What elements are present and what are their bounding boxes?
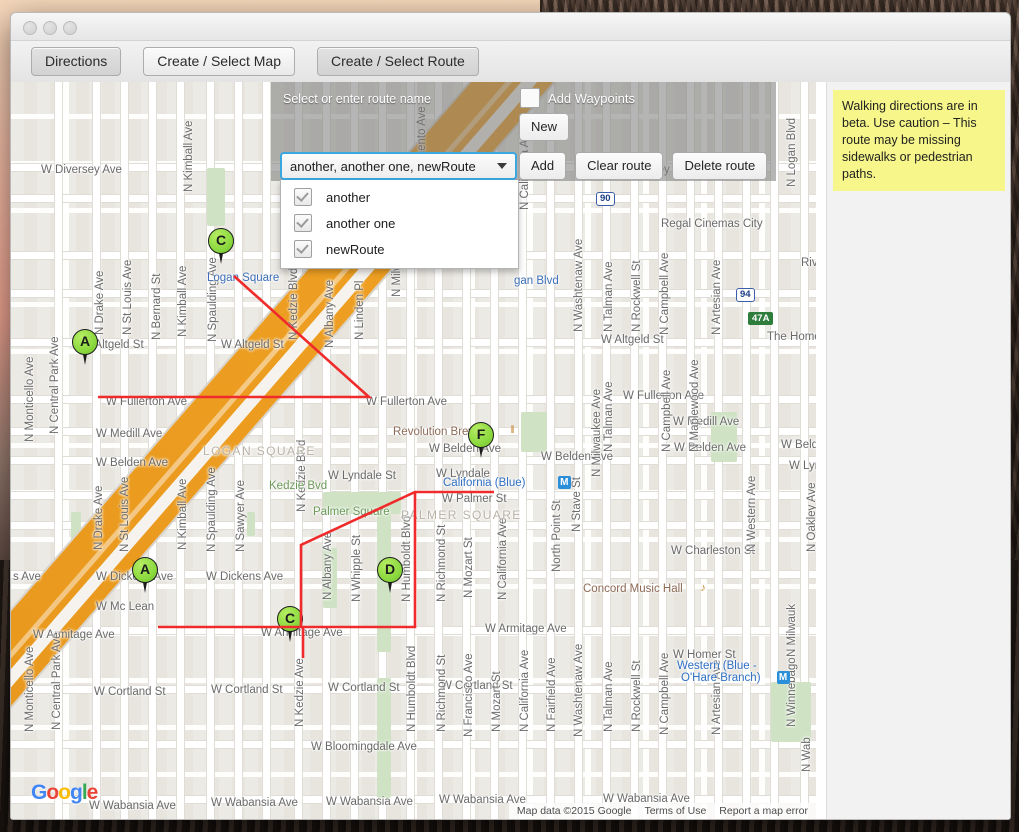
content-area: W Diversey AveW Diversey AveW Diversey A… — [11, 82, 1010, 819]
toolbar-separator-2 — [295, 61, 317, 62]
marker-label: A — [139, 561, 151, 577]
minimize-button[interactable] — [43, 21, 57, 35]
toolbar-separator-1 — [121, 61, 143, 62]
google-map[interactable]: W Diversey AveW Diversey AveW Diversey A… — [11, 82, 816, 819]
map-marker-c[interactable]: C — [277, 606, 303, 642]
route-options-dropdown[interactable]: another another one newRoute — [280, 180, 519, 269]
transit-station-icon: M — [557, 476, 571, 489]
app-window: Directions Create / Select Map Create / … — [10, 12, 1011, 820]
route-action-buttons: Add Clear route Delete route — [519, 152, 768, 180]
route-option-label: another one — [326, 215, 396, 231]
add-waypoints-checkbox[interactable] — [520, 88, 540, 108]
add-waypoints-row[interactable]: Add Waypoints — [520, 88, 635, 108]
new-route-button[interactable]: New — [519, 113, 570, 141]
route-name-value: another, another one, newRoute — [290, 158, 476, 174]
map-road-vertical — [687, 82, 694, 819]
zoom-button[interactable] — [63, 21, 77, 35]
map-road-vertical — [121, 82, 128, 819]
route-panel-title: Select or enter route name — [283, 92, 431, 106]
map-park-area — [323, 548, 337, 608]
route-option-item[interactable]: newRoute — [281, 236, 518, 262]
google-logo-letter: e — [86, 781, 99, 804]
map-road-vertical — [631, 82, 638, 819]
map-park-area — [521, 412, 547, 452]
close-button[interactable] — [23, 21, 37, 35]
create-select-route-button[interactable]: Create / Select Route — [316, 47, 479, 76]
map-park-area — [771, 682, 811, 742]
route-option-checkbox[interactable] — [294, 214, 312, 232]
add-waypoints-label: Add Waypoints — [548, 90, 635, 106]
highway-exit-marker: 47A — [748, 312, 774, 325]
report-map-error-link[interactable]: Report a map error — [719, 805, 808, 817]
route-option-checkbox[interactable] — [294, 240, 312, 258]
map-park-area — [207, 168, 225, 226]
marker-label: F — [476, 426, 486, 442]
window-titlebar — [11, 13, 1010, 41]
map-marker-c[interactable]: C — [208, 228, 234, 264]
map-road-vertical — [575, 82, 582, 819]
map-road-vertical — [659, 82, 666, 819]
map-marker-d[interactable]: D — [377, 557, 403, 593]
map-marker-f[interactable]: F — [468, 422, 494, 458]
map-road-vertical — [263, 82, 270, 819]
map-park-area — [711, 412, 737, 462]
map-marker-a[interactable]: A — [132, 557, 158, 593]
delete-route-button[interactable]: Delete route — [672, 152, 768, 180]
google-logo-letter: G — [31, 781, 47, 804]
terms-of-use-link[interactable]: Terms of Use — [644, 805, 706, 817]
music-icon: ♪ — [700, 582, 706, 594]
route-option-item[interactable]: another — [281, 184, 518, 210]
marker-label: C — [284, 610, 296, 626]
marker-label: C — [215, 232, 227, 248]
add-route-button[interactable]: Add — [519, 152, 567, 180]
map-road-vertical — [235, 82, 242, 819]
route-name-combobox[interactable]: another, another one, newRoute — [280, 152, 517, 180]
google-logo-letter: o — [46, 781, 59, 804]
transit-station-icon: M — [776, 671, 790, 684]
marker-label: D — [384, 561, 396, 577]
map-road-vertical — [743, 82, 750, 819]
google-logo: Google — [31, 781, 99, 805]
clear-route-button[interactable]: Clear route — [575, 152, 664, 180]
create-select-map-button[interactable]: Create / Select Map — [143, 47, 295, 76]
google-logo-letter: o — [58, 781, 71, 804]
main-toolbar: Directions Create / Select Map Create / … — [11, 41, 1010, 83]
map-park-area — [377, 678, 391, 798]
highway-shield-icon: 90 — [596, 192, 615, 206]
route-control-panel: Select or enter route name Add Waypoints… — [271, 82, 776, 269]
map-road-vertical — [55, 82, 62, 819]
map-data-copyright: Map data ©2015 Google — [516, 805, 632, 817]
route-option-label: another — [326, 189, 371, 205]
map-marker-a[interactable]: A — [72, 329, 98, 365]
map-road-vertical — [547, 82, 554, 819]
walking-directions-warning: Walking directions are in beta. Use caut… — [833, 90, 1005, 191]
marker-label: A — [79, 333, 91, 349]
restaurant-icon: ⫴ — [510, 425, 515, 436]
directions-sidebar: Walking directions are in beta. Use caut… — [826, 82, 1010, 819]
map-road-vertical — [93, 82, 100, 819]
route-option-label: newRoute — [326, 241, 385, 257]
google-logo-letter: g — [70, 781, 83, 804]
route-option-checkbox[interactable] — [294, 188, 312, 206]
route-option-item[interactable]: another one — [281, 210, 518, 236]
highway-shield-icon: 94 — [736, 288, 755, 302]
directions-button[interactable]: Directions — [31, 47, 122, 76]
map-park-area — [247, 512, 255, 536]
map-attribution: Map data ©2015 Google Terms of Use Repor… — [508, 803, 816, 819]
chevron-down-icon[interactable] — [497, 163, 507, 169]
